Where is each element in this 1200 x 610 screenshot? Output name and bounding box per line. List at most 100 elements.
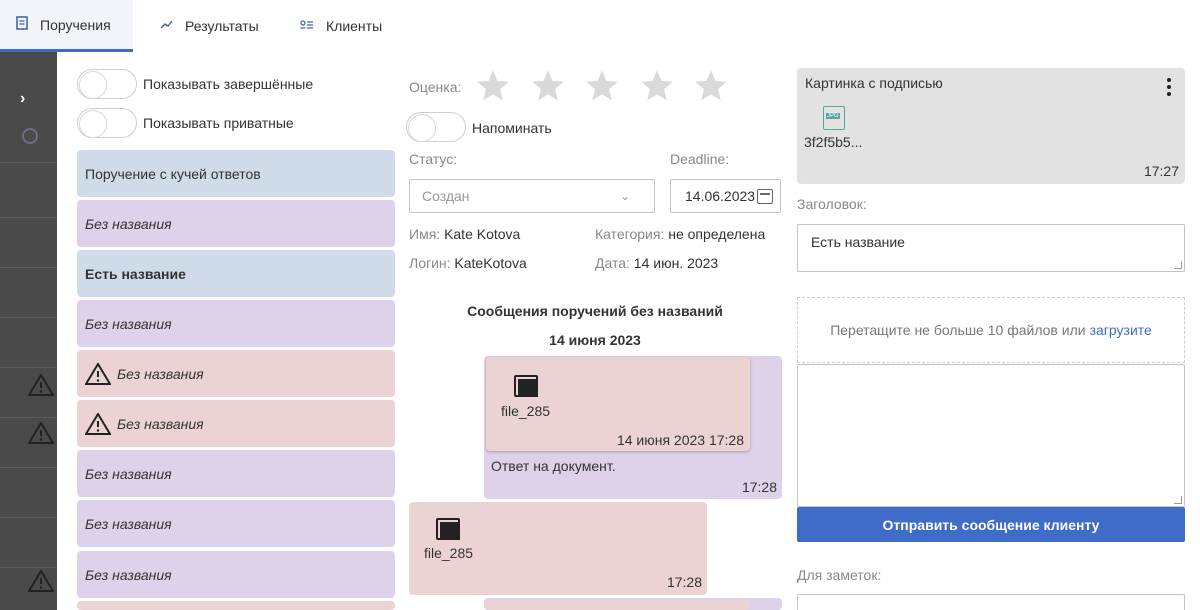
contacts-icon [300, 19, 314, 33]
task-list-item[interactable]: Без названия [77, 500, 395, 547]
task-title: Поручение с кучей ответов [85, 165, 261, 182]
task-list-item[interactable]: Без названия [77, 300, 395, 347]
upload-link[interactable]: загрузите [1090, 322, 1152, 338]
warning-icon [84, 411, 112, 435]
attachment-card-title: Картинка с подписью [805, 75, 943, 91]
task-list-item[interactable] [77, 601, 395, 610]
task-title: Есть название [85, 265, 186, 282]
tab-tasks[interactable]: Поручения [0, 0, 133, 52]
client-login-key: Логин: [409, 255, 451, 271]
quoted-time: 14 июня 2023 17:28 [616, 432, 744, 448]
task-list-item[interactable]: Без названия [77, 551, 395, 598]
attachment-time: 17:27 [1143, 163, 1179, 179]
message-textarea[interactable] [797, 364, 1185, 507]
resize-handle-icon[interactable] [1174, 261, 1182, 269]
send-message-button[interactable]: Отправить сообщение клиенту [797, 507, 1185, 542]
task-date: Дата: 14 июн. 2023 [595, 255, 718, 271]
messages-section-title: Сообщения поручений без названий [467, 303, 723, 319]
task-list-item[interactable]: Без названия [77, 200, 395, 247]
show-private-label: Показывать приватные [143, 115, 294, 131]
status-label: Статус: [409, 151, 458, 167]
title-field-label: Заголовок: [797, 196, 867, 212]
calendar-icon[interactable] [757, 189, 773, 204]
task-list-item[interactable]: Поручение с кучей ответов [77, 150, 395, 197]
notes-label: Для заметок: [797, 567, 882, 583]
show-completed-toggle[interactable] [77, 69, 137, 99]
warning-icon [27, 421, 55, 444]
star-icon[interactable] [584, 68, 620, 104]
task-date-key: Дата: [595, 255, 630, 271]
message-time: 17:28 [666, 574, 702, 590]
client-name-key: Имя: [409, 226, 441, 242]
task-title: Без названия [85, 215, 172, 232]
messages-date-header: 14 июня 2023 [549, 332, 641, 348]
task-title: Без названия [117, 365, 204, 382]
gear-icon[interactable] [22, 128, 38, 144]
show-private-toggle[interactable] [77, 108, 137, 138]
title-field-value: Есть название [811, 234, 905, 250]
tab-results[interactable]: Результаты [160, 0, 259, 52]
warning-icon [27, 569, 55, 592]
collapsed-sidebar: › [0, 52, 57, 610]
tab-clients[interactable]: Клиенты [300, 0, 382, 52]
task-list-item[interactable]: Без названия [77, 450, 395, 497]
quoted-message[interactable]: file_285 14 июня 2023 17:28 [486, 357, 750, 451]
expand-chevron-icon[interactable]: › [20, 90, 25, 108]
star-icon[interactable] [475, 68, 511, 104]
message-bubble[interactable]: file_285 14 июня 2023 17:28 Ответ на док… [484, 356, 782, 499]
client-name-value: Kate Kotova [444, 226, 521, 242]
warning-icon [27, 373, 55, 396]
resize-handle-icon[interactable] [1174, 496, 1182, 504]
deadline-label: Deadline: [670, 151, 730, 167]
chart-line-icon [160, 19, 173, 33]
task-date-value: 14 июн. 2023 [633, 255, 719, 271]
file-icon [514, 375, 538, 397]
file-dropzone[interactable]: Перетащите не больше 10 файлов или загру… [797, 297, 1185, 363]
status-value: Создан [422, 188, 470, 204]
task-title: Без названия [117, 415, 204, 432]
deadline-date-input[interactable]: 14.06.2023 [670, 179, 781, 213]
file-icon [436, 518, 460, 540]
star-icon[interactable] [639, 68, 675, 104]
tab-results-label: Результаты [185, 18, 259, 34]
message-bubble[interactable] [484, 598, 782, 610]
title-field[interactable]: Есть название [797, 224, 1185, 272]
quoted-message[interactable] [486, 600, 750, 610]
client-name: Имя: Kate Kotova [409, 226, 520, 242]
status-select[interactable]: Создан ⌄ [409, 179, 655, 213]
document-icon [16, 16, 28, 33]
message-bubble[interactable]: file_285 17:28 [409, 502, 707, 595]
attachment-file-name[interactable]: 3f2f5b5... [804, 134, 862, 150]
rating-label: Оценка: [409, 79, 462, 95]
category-value: не определена [668, 226, 766, 242]
star-icon[interactable] [530, 68, 566, 104]
jpg-file-icon[interactable]: JPG [823, 106, 845, 130]
task-list-item[interactable]: Без названия [77, 350, 395, 397]
client-login-value: KateKotova [454, 255, 527, 271]
remind-toggle[interactable] [406, 112, 466, 142]
star-icon[interactable] [693, 68, 729, 104]
attachment-card[interactable]: Картинка с подписью JPG 3f2f5b5... 17:27 [797, 68, 1185, 184]
tab-clients-label: Клиенты [326, 18, 383, 34]
chevron-down-icon: ⌄ [619, 189, 630, 203]
category-key: Категория: [595, 226, 665, 242]
warning-icon [84, 361, 112, 385]
file-name[interactable]: file_285 [424, 545, 473, 561]
message-text: Ответ на документ. [491, 458, 616, 474]
category: Категория: не определена [595, 226, 765, 242]
task-title: Без названия [85, 515, 172, 532]
show-completed-label: Показывать завершённые [143, 76, 314, 92]
task-list-item[interactable]: Без названия [77, 400, 395, 447]
task-title: Без названия [85, 315, 172, 332]
dropzone-text: Перетащите не больше 10 файлов или [830, 322, 1086, 338]
task-title: Без названия [85, 566, 172, 583]
remind-label: Напоминать [472, 120, 552, 136]
quoted-file-name[interactable]: file_285 [501, 403, 550, 419]
client-login: Логин: KateKotova [409, 255, 527, 271]
message-time: 17:28 [741, 479, 777, 495]
notes-textarea[interactable] [797, 594, 1185, 610]
more-vertical-icon[interactable] [1167, 78, 1171, 99]
tab-tasks-label: Поручения [40, 16, 111, 33]
task-list-item[interactable]: Есть название [77, 250, 395, 297]
task-title: Без названия [85, 465, 172, 482]
